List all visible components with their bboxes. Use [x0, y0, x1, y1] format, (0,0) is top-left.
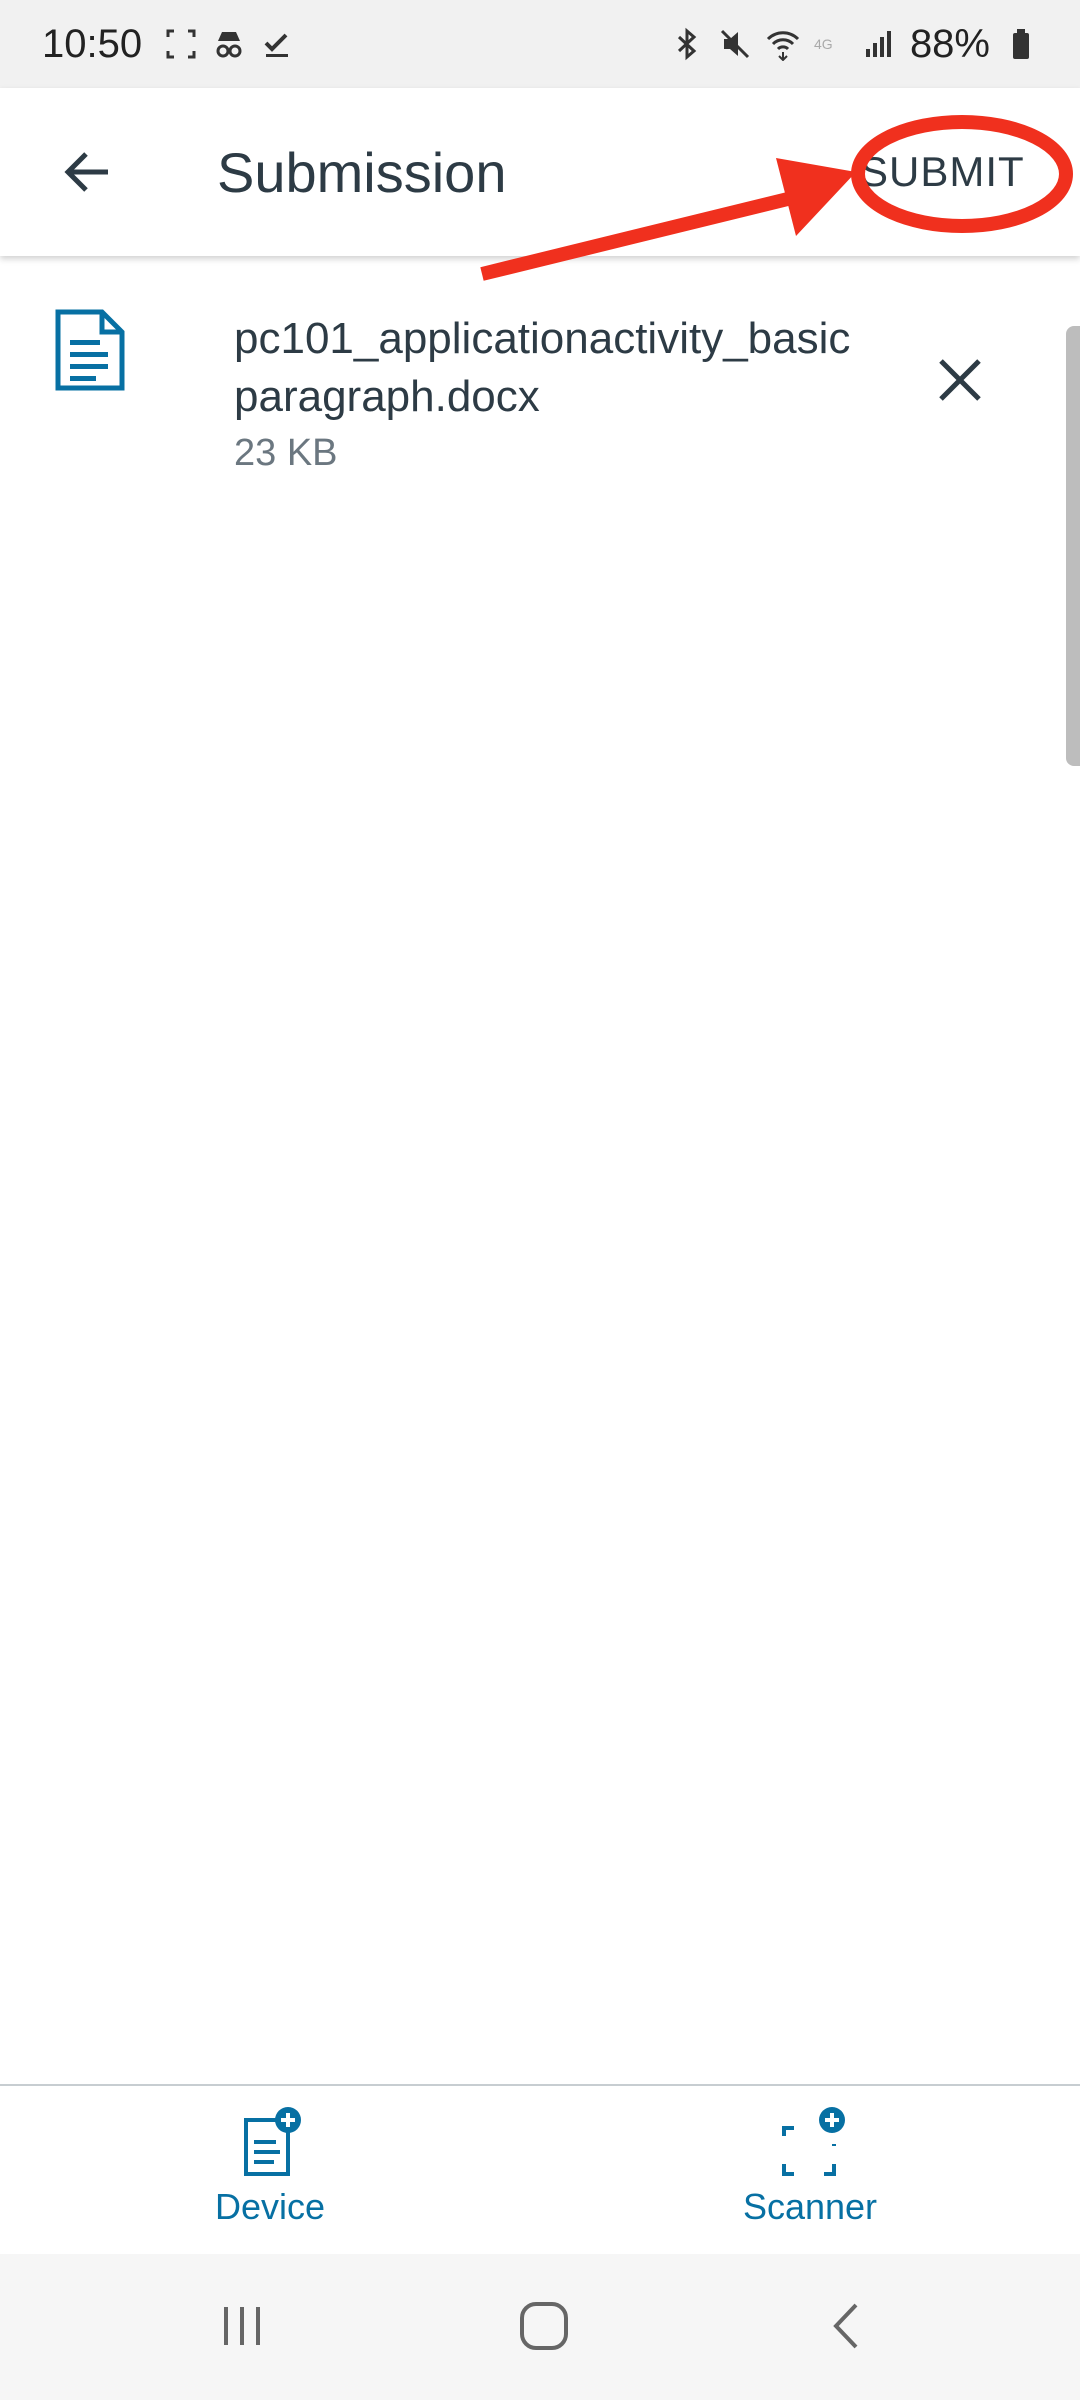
file-size: 23 KB — [234, 432, 338, 474]
back-arrow-icon — [64, 152, 108, 192]
document-icon — [55, 309, 125, 391]
mute-icon — [720, 29, 749, 59]
device-button[interactable]: Device — [170, 2106, 370, 2246]
screenshot-icon — [166, 29, 196, 59]
svg-text:4G: 4G — [814, 36, 833, 52]
add-from-scanner-icon — [782, 2107, 845, 2176]
scanner-label: Scanner — [742, 2186, 878, 2227]
system-nav-bar — [0, 2254, 1080, 2400]
scanner-button[interactable]: Scanner — [710, 2106, 910, 2246]
app-bar: Submission SUBMIT — [0, 88, 1080, 256]
incognito-icon — [216, 32, 242, 58]
home-icon — [520, 2302, 568, 2350]
back-button[interactable] — [44, 128, 132, 216]
check-icon — [264, 33, 289, 57]
battery-percent: 88% — [909, 21, 990, 66]
remove-file-button[interactable] — [928, 348, 992, 412]
bluetooth-icon — [677, 27, 697, 61]
submit-button[interactable]: SUBMIT — [860, 142, 1025, 202]
battery-icon — [1013, 29, 1029, 59]
recents-icon — [224, 2307, 260, 2345]
system-back-button[interactable] — [806, 2294, 886, 2358]
wifi-icon — [766, 31, 800, 61]
close-icon — [939, 359, 981, 401]
add-from-device-icon — [244, 2107, 301, 2176]
page-title: Submission — [217, 141, 507, 204]
file-name: pc101_applicationactivity_basicparagraph… — [234, 314, 851, 421]
chevron-left-icon — [833, 2303, 858, 2349]
status-time: 10:50 — [42, 21, 143, 66]
list-item: pc101_applicationactivity_basicparagraph… — [0, 290, 1040, 490]
scrollbar[interactable] — [1066, 326, 1080, 766]
home-button[interactable] — [504, 2294, 584, 2358]
bottom-bar: Device Scanner — [0, 2086, 1080, 2254]
device-label: Device — [214, 2186, 326, 2227]
volte-icon: 4G — [814, 36, 833, 52]
signal-icon — [865, 31, 891, 57]
status-bar: 10:50 4G 88% — [0, 0, 1080, 88]
recents-button[interactable] — [202, 2294, 282, 2358]
